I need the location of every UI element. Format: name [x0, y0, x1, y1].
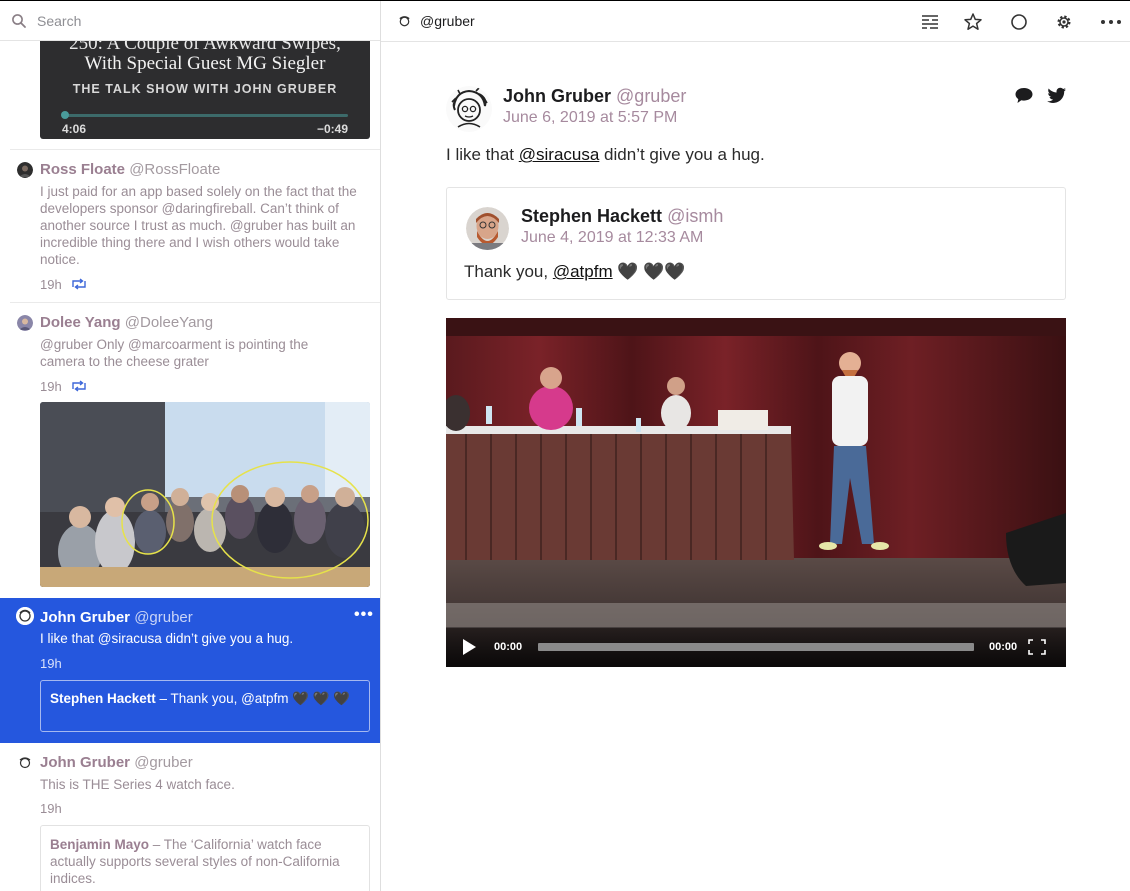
author-name: John Gruber [40, 754, 131, 771]
selected-timeline-item[interactable]: John Gruber @gruber ••• I like that @sir… [0, 598, 380, 743]
tweet-text: This is THE Series 4 watch face. [40, 777, 235, 792]
tweet-author[interactable]: Dolee Yang @DoleeYang [40, 314, 213, 331]
crowd-photo-image [40, 402, 370, 587]
avatar[interactable] [17, 162, 33, 178]
author-handle: @ismh [667, 206, 724, 226]
mention-link[interactable]: @siracusa [519, 145, 600, 164]
avatar-image [446, 86, 492, 132]
author-name: Dolee Yang [40, 314, 121, 331]
video-player[interactable]: 00:00 00:00 [446, 318, 1066, 667]
avatar-image [397, 14, 412, 29]
tweet-text: @gruber Only @marcoarment is pointing th… [40, 337, 309, 369]
fullscreen-icon[interactable] [1028, 639, 1046, 655]
video-current-time: 00:00 [494, 641, 523, 653]
podcast-elapsed: 4:06 [62, 122, 87, 136]
avatar-image [17, 755, 33, 771]
tweet-author[interactable]: John Gruber @gruber [40, 754, 193, 771]
author-handle: @DoleeYang [124, 314, 214, 331]
search-input[interactable]: Search [37, 13, 81, 29]
detail-quoted-tweet[interactable]: Stephen Hackett @ismh June 4, 2019 at 12… [446, 187, 1066, 300]
more-options-button[interactable]: ••• [354, 606, 374, 624]
author-handle: @RossFloate [129, 161, 221, 178]
tweet-text: I just paid for an app based solely on t… [40, 184, 357, 267]
mention-link[interactable]: @atpfm [553, 262, 613, 281]
quoted-tweet-text: Thank you, @atpfm 🖤 🖤🖤 [464, 262, 686, 282]
quoted-body: – Thank you, @atpfm 🖤 🖤 🖤 [155, 691, 351, 706]
timeline-sidebar[interactable]: Search 250: A Couple of Awkward Swipes, … [0, 1, 381, 891]
quoted-tweet[interactable]: Benjamin Mayo – The ‘California’ watch f… [40, 825, 370, 891]
avatar-image [17, 162, 33, 178]
tweet-text: I like that @siracusa didn’t give you a … [40, 631, 294, 646]
quoted-tweet-text: Stephen Hackett – Thank you, @atpfm 🖤 🖤 … [50, 690, 366, 707]
detail-toolbar: @gruber [381, 1, 1130, 42]
podcast-remaining: −0:49 [316, 122, 348, 136]
podcast-show-name: THE TALK SHOW WITH JOHN GRUBER [72, 82, 338, 96]
video-duration: 00:00 [989, 641, 1018, 653]
tweet-author[interactable]: Ross Floate @RossFloate [40, 161, 220, 178]
quoted-tweet-text: Benjamin Mayo – The ‘California’ watch f… [50, 836, 362, 887]
search-bar[interactable]: Search [0, 1, 380, 41]
author-name: Stephen Hackett [521, 206, 663, 226]
text-segment: 🖤 🖤🖤 [612, 262, 686, 281]
text-segment: I like that [446, 145, 519, 164]
text-segment: didn’t give you a hug. [599, 145, 765, 164]
author-handle: @gruber [134, 609, 193, 626]
retweet-icon [72, 380, 86, 392]
avatar[interactable] [17, 315, 33, 331]
detail-date[interactable]: June 6, 2019 at 5:57 PM [503, 109, 677, 127]
more-icon[interactable] [1100, 12, 1122, 32]
filter-icon[interactable] [920, 12, 940, 32]
tweet-time: 19h [40, 801, 62, 816]
avatar-image [17, 315, 33, 331]
tweet-time: 19h [40, 656, 62, 671]
author-name: Ross Floate [40, 161, 126, 178]
avatar-image [466, 207, 509, 250]
author-name: John Gruber [40, 609, 131, 626]
avatar[interactable] [17, 755, 33, 771]
tweet-time: 19h [40, 379, 62, 394]
author-handle: @gruber [616, 86, 687, 106]
quoted-author: Stephen Hackett [50, 691, 156, 706]
search-icon [12, 14, 26, 28]
timeline-item[interactable]: Ross Floate @RossFloate I just paid for … [0, 150, 380, 302]
reply-icon[interactable] [1014, 85, 1034, 105]
video-progress-bar[interactable] [538, 643, 974, 651]
detail-tweet-text: I like that @siracusa didn’t give you a … [446, 145, 765, 165]
video-frame [446, 318, 1066, 667]
twitter-icon[interactable] [1047, 85, 1067, 105]
quoted-date[interactable]: June 4, 2019 at 12:33 AM [521, 229, 703, 247]
avatar-image [16, 607, 34, 625]
quoted-avatar[interactable] [466, 207, 509, 250]
quoted-author: Benjamin Mayo [50, 837, 150, 852]
podcast-scrubber[interactable] [61, 111, 69, 119]
avatar[interactable] [16, 607, 34, 625]
quoted-tweet[interactable]: Stephen Hackett – Thank you, @atpfm 🖤 🖤 … [40, 680, 370, 732]
quoted-author[interactable]: Stephen Hackett @ismh [521, 206, 723, 227]
toolbar-title: @gruber [420, 13, 475, 29]
account-avatar[interactable] [397, 14, 412, 29]
retweet-icon [72, 278, 86, 290]
video-controls: 00:00 00:00 [446, 627, 1066, 667]
detail-avatar[interactable] [446, 86, 492, 132]
tweet-photo[interactable] [40, 402, 370, 587]
podcast-progress-track[interactable] [62, 114, 348, 117]
text-segment: Thank you, [464, 262, 553, 281]
tweet-author[interactable]: John Gruber @gruber [40, 609, 193, 626]
detail-author[interactable]: John Gruber @gruber [503, 86, 686, 107]
author-handle: @gruber [134, 754, 193, 771]
tweet-time: 19h [40, 277, 62, 292]
podcast-title-line2: With Special Guest MG Siegler [84, 53, 326, 74]
author-name: John Gruber [503, 86, 612, 106]
circle-icon[interactable] [1009, 12, 1029, 32]
play-icon[interactable] [460, 638, 478, 656]
app-window: Search 250: A Couple of Awkward Swipes, … [0, 0, 1130, 891]
podcast-card[interactable]: 250: A Couple of Awkward Swipes, With Sp… [40, 29, 370, 139]
star-icon[interactable] [963, 12, 983, 32]
gear-icon[interactable] [1054, 12, 1074, 32]
